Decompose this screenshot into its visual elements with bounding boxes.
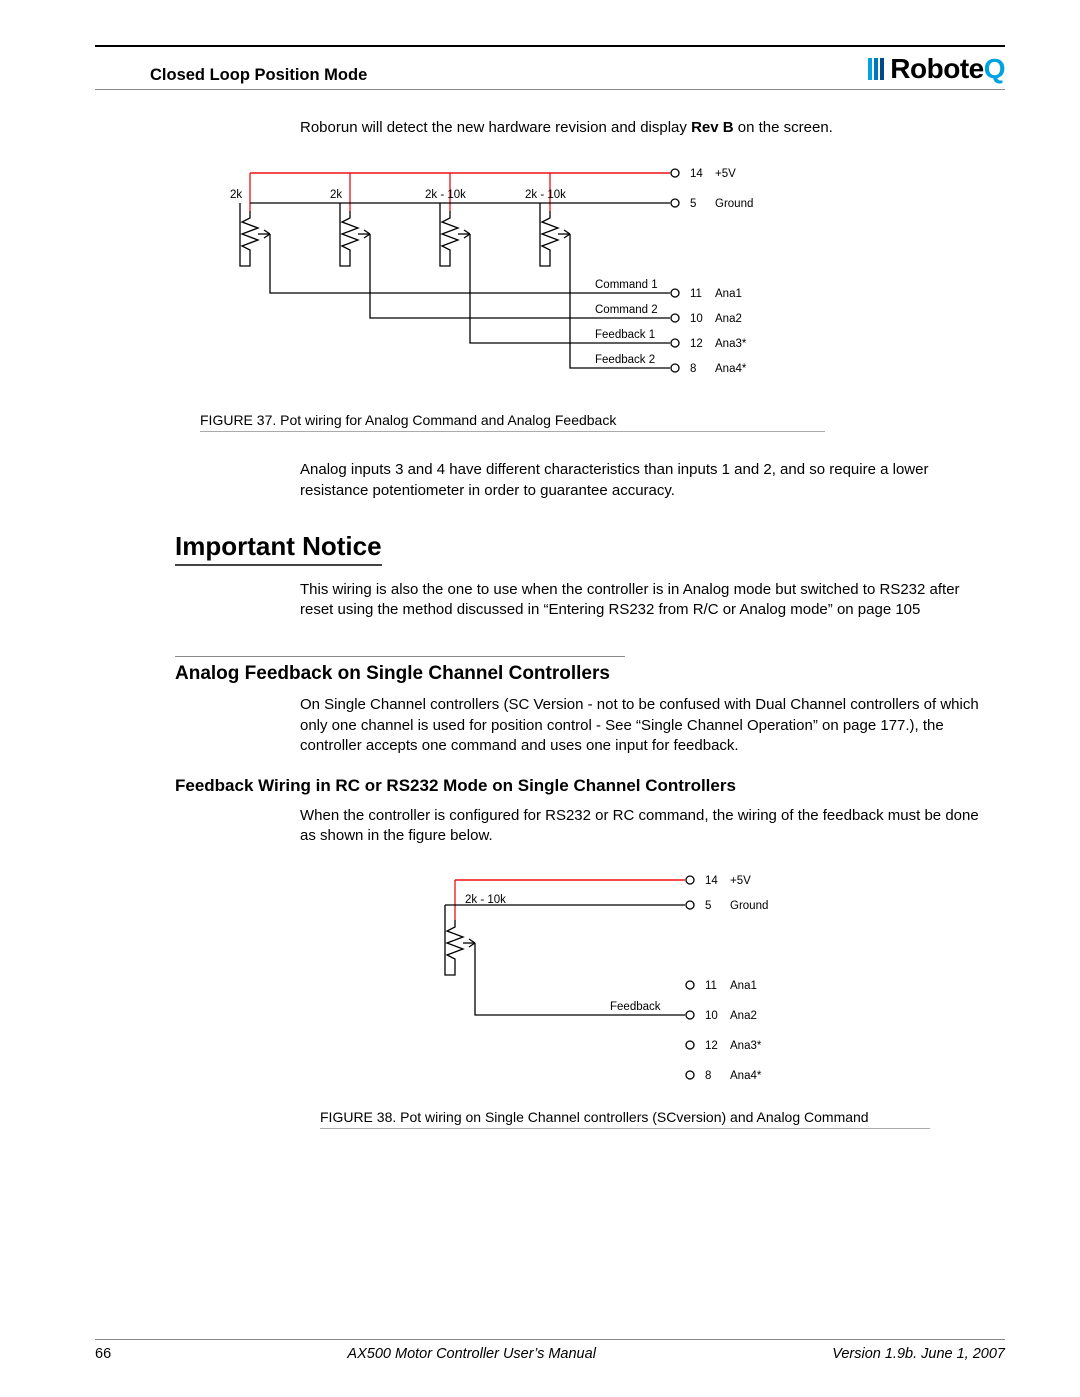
section-title: Closed Loop Position Mode	[95, 66, 367, 85]
signal-label: Feedback 2	[595, 354, 655, 366]
footer-title: AX500 Motor Controller User’s Manual	[347, 1346, 596, 1362]
term-pin: 11	[690, 288, 702, 300]
notice-paragraph: This wiring is also the one to use when …	[300, 580, 995, 621]
figure-37-caption: FIGURE 37. Pot wiring for Analog Command…	[200, 408, 825, 432]
pot-label: 2k	[230, 189, 242, 201]
term-pin: 12	[690, 338, 703, 350]
section-heading: Analog Feedback on Single Channel Contro…	[175, 656, 625, 685]
intro-paragraph: Roborun will detect the new hardware rev…	[300, 118, 995, 138]
term-name: Ana4*	[715, 363, 747, 375]
term-pin: 8	[690, 363, 696, 375]
term-name: +5V	[715, 168, 736, 180]
pot-label: 2k	[330, 189, 342, 201]
page-number: 66	[95, 1346, 111, 1362]
paragraph: When the controller is configured for RS…	[300, 806, 995, 847]
pot-label: 2k - 10k	[425, 189, 466, 201]
term-name: Ana2	[715, 313, 742, 325]
page-footer: 66 AX500 Motor Controller User’s Manual …	[95, 1339, 1005, 1362]
page-header: Closed Loop Position Mode RoboteQ	[95, 45, 1005, 90]
signal-label: Command 1	[595, 279, 658, 291]
footer-version: Version 1.9b. June 1, 2007	[832, 1346, 1005, 1362]
pot-label: 2k - 10k	[465, 894, 506, 906]
term-name: Ground	[730, 900, 768, 912]
logo-bars-icon	[868, 58, 884, 80]
figure-38-caption: FIGURE 38. Pot wiring on Single Channel …	[320, 1105, 930, 1129]
brand-name: RoboteQ	[890, 53, 1005, 85]
term-name: Ana3*	[730, 1040, 762, 1052]
pot-label: 2k - 10k	[525, 189, 566, 201]
brand-logo: RoboteQ	[868, 53, 1005, 85]
signal-label: Command 2	[595, 304, 658, 316]
term-pin: 10	[705, 1010, 718, 1022]
term-pin: 8	[705, 1070, 711, 1082]
figure-37: 2k 2k 2k - 10k 2k - 10k Command 1 Comman…	[200, 158, 1005, 398]
signal-label: Feedback 1	[595, 329, 655, 341]
term-name: Ground	[715, 198, 753, 210]
term-pin: 14	[705, 875, 718, 887]
paragraph: Analog inputs 3 and 4 have different cha…	[300, 460, 995, 501]
term-name: Ana2	[730, 1010, 757, 1022]
term-name: Ana4*	[730, 1070, 762, 1082]
figure-38: 2k - 10k Feedback 14 +5V 5 Ground 11 Ana…	[395, 865, 1005, 1095]
term-pin: 10	[690, 313, 703, 325]
term-name: Ana1	[715, 288, 742, 300]
term-name: +5V	[730, 875, 751, 887]
paragraph: On Single Channel controllers (SC Versio…	[300, 695, 995, 756]
term-name: Ana1	[730, 980, 757, 992]
subsection-heading: Feedback Wiring in RC or RS232 Mode on S…	[175, 776, 1005, 796]
signal-label: Feedback	[610, 1001, 661, 1013]
term-pin: 12	[705, 1040, 718, 1052]
term-pin: 5	[690, 198, 696, 210]
term-pin: 11	[705, 980, 717, 992]
term-pin: 14	[690, 168, 703, 180]
term-name: Ana3*	[715, 338, 747, 350]
figure-37-svg: 2k 2k 2k - 10k 2k - 10k Command 1 Comman…	[200, 158, 840, 398]
important-notice-heading: Important Notice	[175, 531, 382, 566]
document-page: Closed Loop Position Mode RoboteQ Roboru…	[0, 0, 1080, 1397]
term-pin: 5	[705, 900, 711, 912]
figure-38-svg: 2k - 10k Feedback 14 +5V 5 Ground 11 Ana…	[395, 865, 855, 1095]
